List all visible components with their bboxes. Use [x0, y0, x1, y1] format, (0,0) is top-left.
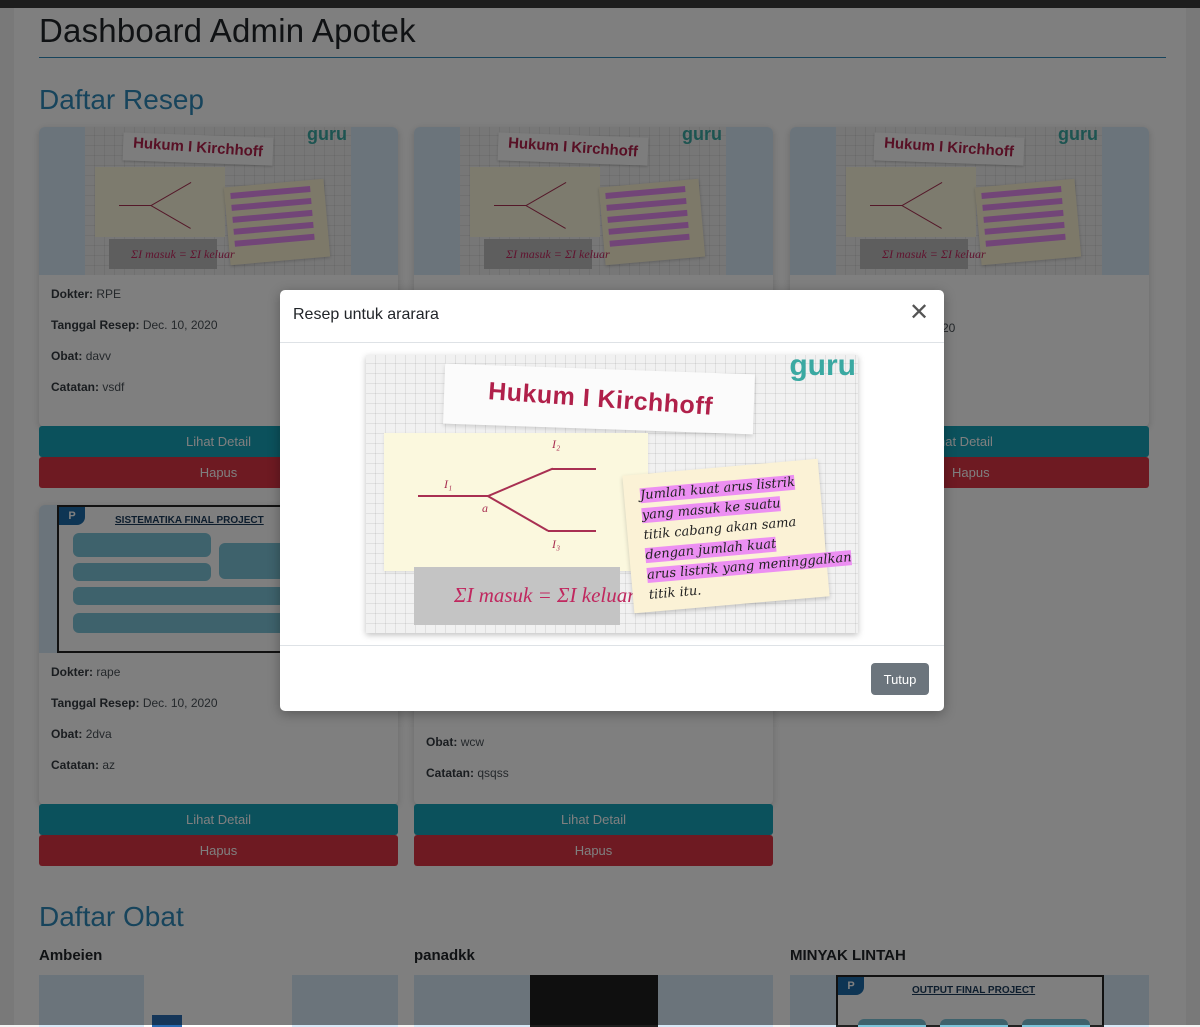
resep-full-image: Hukum I Kirchhoff guru I₁ I₂ I₃ a ΣI mas…	[366, 355, 858, 633]
modal-footer: Tutup	[280, 645, 944, 712]
modal-title: Resep untuk ararara	[293, 306, 439, 323]
tutup-button[interactable]: Tutup	[871, 663, 929, 695]
modal-header: Resep untuk ararara ✕	[280, 290, 944, 343]
label-i3: I₃	[552, 537, 561, 551]
modal-body: Hukum I Kirchhoff guru I₁ I₂ I₃ a ΣI mas…	[280, 343, 944, 645]
note-line: titik itu.	[648, 583, 703, 603]
resep-modal: Resep untuk ararara ✕ Hukum I Kirchhoff …	[280, 290, 944, 711]
label-i2: I₂	[552, 437, 561, 451]
label-a: a	[482, 501, 488, 515]
label-i1: I₁	[444, 477, 453, 491]
close-icon[interactable]: ✕	[904, 298, 934, 328]
ruangguru-logo: guru	[789, 355, 856, 382]
image-formula: ΣI masuk = ΣI keluar	[454, 583, 636, 607]
image-note: Jumlah kuat arus listrik yang masuk ke s…	[622, 458, 853, 614]
